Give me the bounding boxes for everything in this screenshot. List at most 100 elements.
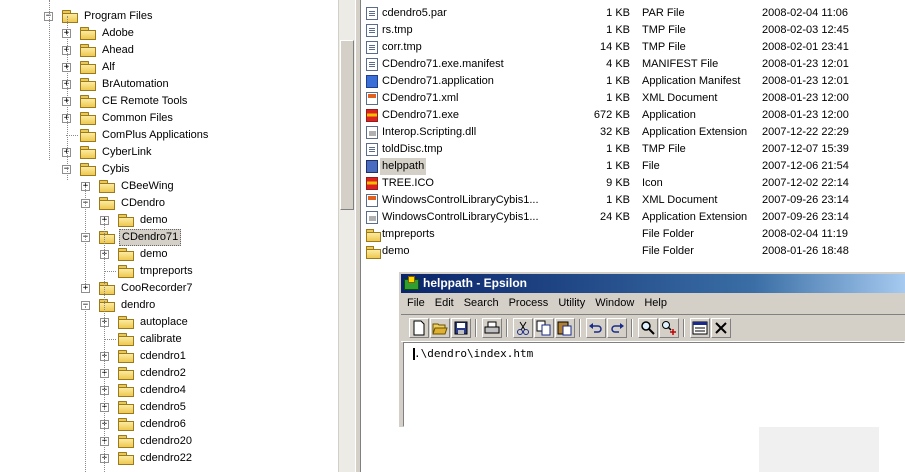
document-icon: [366, 24, 378, 37]
tree-item[interactable]: − Program Files: [0, 8, 338, 25]
window-list-icon[interactable]: [690, 318, 710, 338]
menu-window[interactable]: Window: [591, 294, 638, 312]
file-row[interactable]: cdendro5.par 1 KB PAR File 2008-02-04 11:06: [362, 5, 905, 22]
folder-icon: [80, 78, 96, 91]
tree-item[interactable]: calibrate: [0, 331, 338, 348]
tree-item[interactable]: + demo: [0, 212, 338, 229]
tree-item[interactable]: tmpreports: [0, 263, 338, 280]
file-size: 1 KB: [606, 143, 630, 155]
dll-icon: [366, 126, 378, 139]
file-type: Application Extension: [642, 126, 748, 138]
tree-item[interactable]: + cdendro4: [0, 382, 338, 399]
find-icon[interactable]: [638, 318, 658, 338]
file-size: 9 KB: [606, 177, 630, 189]
file-row[interactable]: WindowsControlLibraryCybis1... 1 KB XML Do…: [362, 192, 905, 209]
tree-item[interactable]: − Cybis: [0, 161, 338, 178]
xml-icon: [366, 194, 378, 207]
tree-item[interactable]: + demo: [0, 246, 338, 263]
close-icon[interactable]: [711, 318, 731, 338]
tree-item-label: Adobe: [102, 27, 134, 39]
file-type: Icon: [642, 177, 663, 189]
file-date: 2008-01-23 12:01: [762, 58, 849, 70]
file-date: 2008-02-01 23:41: [762, 41, 849, 53]
file-name: CDendro71.xml: [382, 92, 459, 104]
tree-item[interactable]: + Ahead: [0, 42, 338, 59]
undo-icon[interactable]: [586, 318, 606, 338]
file-name: rs.tmp: [382, 24, 413, 36]
tree-item[interactable]: ComPlus Applications: [0, 127, 338, 144]
file-row[interactable]: helppath 1 KB File 2007-12-06 21:54: [362, 158, 905, 175]
file-row[interactable]: toldDisc.tmp 1 KB TMP File 2007-12-07 15:39: [362, 141, 905, 158]
file-row[interactable]: CDendro71.exe 672 KB Application 2008-01-23…: [362, 107, 905, 124]
tree-item-label: Program Files: [84, 10, 153, 22]
copy-icon[interactable]: [534, 318, 554, 338]
tree-item[interactable]: + cdendro20: [0, 433, 338, 450]
replace-icon[interactable]: [659, 318, 679, 338]
tree-item-label: cdendro6: [140, 418, 186, 430]
file-row[interactable]: WindowsControlLibraryCybis1... 24 KB Appli…: [362, 209, 905, 226]
folder-icon: [118, 265, 134, 278]
menu-utility[interactable]: Utility: [554, 294, 589, 312]
file-date: 2008-01-23 12:01: [762, 75, 849, 87]
cut-icon[interactable]: [513, 318, 533, 338]
tree-item-label: Ahead: [102, 44, 134, 56]
tree-item[interactable]: + cdendro22: [0, 450, 338, 467]
new-file-icon[interactable]: [409, 318, 429, 338]
menu-edit[interactable]: Edit: [431, 294, 458, 312]
file-date: 2008-01-23 12:00: [762, 109, 849, 121]
tree-item[interactable]: + Alf: [0, 59, 338, 76]
file-row[interactable]: CDendro71.application 1 KB Application Man…: [362, 73, 905, 90]
print-icon[interactable]: [482, 318, 502, 338]
file-row[interactable]: CDendro71.xml 1 KB XML Document 2008-01-23 …: [362, 90, 905, 107]
file-row[interactable]: rs.tmp 1 KB TMP File 2008-02-03 12:45: [362, 22, 905, 39]
pane-splitter[interactable]: [355, 0, 361, 472]
tree-scrollbar[interactable]: [338, 0, 355, 472]
folder-icon: [366, 228, 381, 242]
tree-item[interactable]: + CE Remote Tools: [0, 93, 338, 110]
tree-item[interactable]: + CooRecorder7: [0, 280, 338, 297]
scrollbar-thumb[interactable]: [340, 40, 354, 210]
tree-item[interactable]: + cdendro5: [0, 399, 338, 416]
tree-item[interactable]: − CDendro: [0, 195, 338, 212]
menu-help[interactable]: Help: [640, 294, 671, 312]
tree-item[interactable]: + cdendro6: [0, 416, 338, 433]
menu-search[interactable]: Search: [460, 294, 503, 312]
tree-item[interactable]: + cdendro2: [0, 365, 338, 382]
menu-file[interactable]: File: [403, 294, 429, 312]
editor-text-area[interactable]: .\dendro\index.htm: [403, 342, 905, 427]
tree-item[interactable]: + autoplace: [0, 314, 338, 331]
editor-titlebar[interactable]: helppath - Epsilon: [401, 274, 905, 293]
tree-item[interactable]: + Common Files: [0, 110, 338, 127]
redo-icon[interactable]: [607, 318, 627, 338]
save-icon[interactable]: [451, 318, 471, 338]
file-row[interactable]: CDendro71.exe.manifest 4 KB MANIFEST File 2…: [362, 56, 905, 73]
tree-item[interactable]: + cdendro1: [0, 348, 338, 365]
folder-icon: [99, 231, 115, 244]
file-row[interactable]: corr.tmp 14 KB TMP File 2008-02-01 23:41: [362, 39, 905, 56]
file-size: 1 KB: [606, 75, 630, 87]
tree-item[interactable]: − dendro: [0, 297, 338, 314]
menu-process[interactable]: Process: [505, 294, 553, 312]
folder-icon: [62, 10, 78, 23]
tree-item-label: dendro: [121, 299, 156, 311]
folder-tree[interactable]: − Program Files + Adobe + Ahead + Alf + BrAutomat…: [0, 0, 338, 472]
file-row[interactable]: demo File Folder 2008-01-26 18:48: [362, 243, 905, 260]
file-size: 14 KB: [600, 41, 630, 53]
paste-icon[interactable]: [555, 318, 575, 338]
file-row[interactable]: Interop.Scripting.dll 32 KB Application Ex…: [362, 124, 905, 141]
file-row[interactable]: TREE.ICO 9 KB Icon 2007-12-02 22:14: [362, 175, 905, 192]
tree-item[interactable]: + CyberLink: [0, 144, 338, 161]
tree-item[interactable]: + Adobe: [0, 25, 338, 42]
tree-item[interactable]: − CDendro71: [0, 229, 338, 246]
folder-icon: [118, 452, 134, 465]
open-folder-icon[interactable]: [430, 318, 450, 338]
folder-icon: [118, 384, 134, 397]
folder-icon: [118, 350, 134, 363]
tree-item[interactable]: + BrAutomation: [0, 76, 338, 93]
tree-item[interactable]: + CBeeWing: [0, 178, 338, 195]
application-manifest-icon: [366, 75, 378, 88]
file-date: 2007-12-06 21:54: [762, 160, 849, 172]
file-row[interactable]: tmpreports File Folder 2008-02-04 11:19: [362, 226, 905, 243]
file-date: 2007-09-26 23:14: [762, 194, 849, 206]
file-date: 2008-01-23 12:00: [762, 92, 849, 104]
